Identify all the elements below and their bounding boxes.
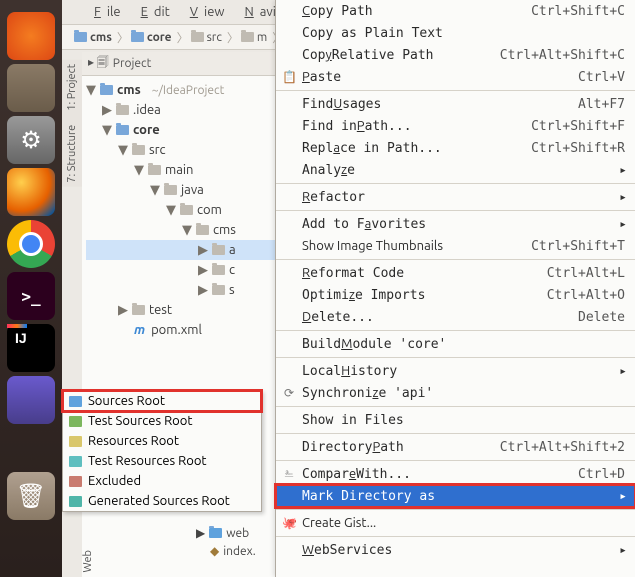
ctx-add-fav[interactable]: Add to Favorites (276, 213, 635, 235)
ctx-analyze[interactable]: Analyze (276, 159, 635, 181)
ctx-mark-directory-as[interactable]: Mark Directory as (276, 485, 635, 507)
ctx-reformat[interactable]: Reformat CodeCtrl+Alt+L (276, 262, 635, 284)
tab-project[interactable]: 1: Project (66, 64, 78, 111)
mark-generated-sources[interactable]: Generated Sources Root (63, 491, 261, 511)
test-sources-icon (69, 416, 82, 427)
paste-icon: 📋 (282, 70, 296, 84)
mark-test-resources-root[interactable]: Test Resources Root (63, 451, 261, 471)
dash-icon[interactable] (7, 12, 55, 60)
mark-excluded[interactable]: Excluded (63, 471, 261, 491)
files-icon[interactable] (7, 64, 55, 112)
toolwindow-tabs: 7: Structure 1: Project (62, 60, 82, 187)
firefox-icon[interactable] (7, 168, 55, 216)
ctx-paste[interactable]: 📋PasteCtrl+V (276, 66, 635, 88)
menu-file[interactable]: FFileile (82, 3, 127, 21)
github-icon: 🐙 (282, 516, 296, 530)
crumb-core[interactable]: core (131, 29, 191, 46)
tree-index[interactable]: ◆index. (196, 542, 256, 560)
chrome-icon[interactable] (7, 220, 55, 268)
unity-launcher: ⚙ 🗑 (0, 0, 62, 577)
ctx-compare[interactable]: ⎁Compare With...Ctrl+D (276, 463, 635, 485)
menu-edit[interactable]: Edit (129, 3, 176, 21)
crumb-src[interactable]: src (191, 29, 241, 46)
ctx-create-gist[interactable]: 🐙Create Gist... (276, 512, 635, 534)
ctx-copy-path[interactable]: Copy PathCtrl+Shift+C (276, 0, 635, 22)
resources-icon (69, 436, 82, 447)
tab-structure[interactable]: 7: Structure (66, 125, 78, 183)
sync-icon: ⟳ (282, 386, 296, 400)
sources-root-icon (69, 396, 82, 407)
ctx-dir-path[interactable]: Directory PathCtrl+Alt+Shift+2 (276, 436, 635, 458)
ctx-build[interactable]: Build Module 'core' (276, 333, 635, 355)
ctx-delete[interactable]: Delete...Delete (276, 306, 635, 328)
mark-test-sources-root[interactable]: Test Sources Root (63, 411, 261, 431)
context-menu: Copy PathCtrl+Shift+C Copy as Plain Text… (275, 0, 635, 577)
terminal-icon[interactable] (7, 272, 55, 320)
mark-directory-submenu: Sources Root Test Sources Root Resources… (62, 390, 262, 512)
ctx-replace-in-path[interactable]: Replace in Path...Ctrl+Shift+R (276, 137, 635, 159)
test-resources-icon (69, 456, 82, 467)
crumb-cms[interactable]: cms (74, 29, 131, 46)
compare-icon: ⎁ (282, 467, 296, 481)
ctx-refactor[interactable]: Refactor (276, 186, 635, 208)
ctx-show-in-files[interactable]: Show in Files (276, 409, 635, 431)
mark-sources-root[interactable]: Sources Root (63, 391, 261, 411)
trash-icon[interactable]: 🗑 (7, 472, 55, 520)
ctx-find-usages[interactable]: Find UsagesAlt+F7 (276, 93, 635, 115)
intellij-icon[interactable] (7, 324, 55, 372)
ctx-sync[interactable]: ⟳Synchronize 'api' (276, 382, 635, 404)
ctx-show-thumb[interactable]: Show Image ThumbnailsCtrl+Shift+T (276, 235, 635, 257)
workspaces-icon[interactable] (7, 376, 55, 424)
ctx-local-history[interactable]: Local History (276, 360, 635, 382)
ctx-copy-rel[interactable]: Copy Relative PathCtrl+Alt+Shift+C (276, 44, 635, 66)
menu-view[interactable]: View (178, 3, 231, 21)
ctx-copy-plain[interactable]: Copy as Plain Text (276, 22, 635, 44)
web-toolwindow-tab[interactable]: Web (82, 550, 94, 573)
ctx-find-in-path[interactable]: Find in Path...Ctrl+Shift+F (276, 115, 635, 137)
excluded-icon (69, 476, 82, 487)
ctx-webservices[interactable]: WebServices (276, 539, 635, 561)
project-dropdown-icon[interactable]: ▸ 🗐 (88, 53, 109, 74)
generated-sources-icon (69, 496, 82, 507)
tree-web[interactable]: ▶web (196, 524, 256, 542)
mark-resources-root[interactable]: Resources Root (63, 431, 261, 451)
settings-icon[interactable]: ⚙ (7, 116, 55, 164)
project-panel-title: Project (113, 57, 152, 70)
ctx-optimize[interactable]: Optimize ImportsCtrl+Alt+O (276, 284, 635, 306)
tree-bottom-peek: ▶web ◆index. (196, 524, 256, 560)
